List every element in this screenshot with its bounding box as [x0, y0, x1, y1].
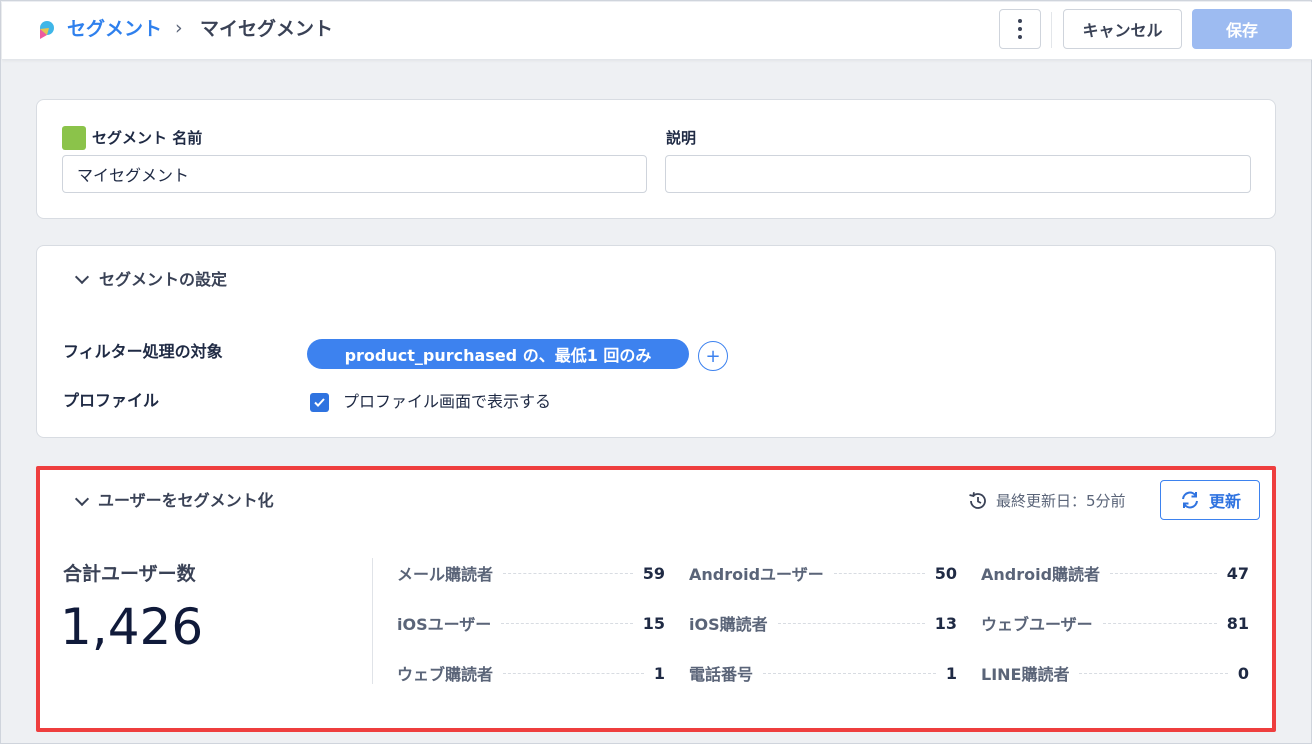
segment-name-card: セグメント 名前 説明	[36, 99, 1276, 219]
stat-label: ウェブユーザー	[981, 615, 1093, 634]
stat-value: 1	[653, 663, 665, 683]
segment-settings-card: セグメントの設定 フィルター処理の対象 product_purchased の、…	[36, 245, 1276, 438]
description-label: 説明	[666, 129, 697, 147]
stat-row: ウェブ購読者 1	[397, 661, 665, 685]
stat-value: 1	[945, 663, 957, 683]
stat-value: 59	[642, 563, 665, 583]
stat-label: Android購読者	[981, 565, 1101, 584]
filter-target-label: フィルター処理の対象	[63, 342, 223, 361]
refresh-button[interactable]: 更新	[1160, 480, 1260, 520]
stat-value: 47	[1226, 563, 1249, 583]
refresh-icon	[1181, 491, 1198, 509]
segment-users-card: ユーザーをセグメント化 最終更新日：5分前 更新 合計ユーザー数 1,426 メ…	[36, 466, 1276, 732]
stat-value: 13	[934, 613, 957, 633]
stat-label: LINE購読者	[981, 665, 1070, 684]
segment-users-section-title[interactable]: ユーザーをセグメント化	[98, 491, 274, 511]
chevron-down-icon[interactable]	[74, 269, 90, 285]
stat-label: 電話番号	[689, 665, 754, 684]
stat-row: ウェブユーザー 81	[981, 611, 1249, 635]
stat-row: 電話番号 1	[689, 661, 957, 685]
settings-section-title[interactable]: セグメントの設定	[99, 270, 227, 290]
save-button[interactable]: 保存	[1192, 9, 1292, 49]
last-updated-text: 最終更新日：5分前	[996, 492, 1126, 510]
chevron-down-icon[interactable]	[74, 491, 90, 507]
profile-label: プロファイル	[63, 391, 160, 410]
stat-label: Androidユーザー	[689, 565, 824, 584]
segment-color-swatch[interactable]	[62, 126, 86, 150]
breadcrumb-current: マイセグメント	[200, 18, 334, 40]
stat-row: LINE購読者 0	[981, 661, 1249, 685]
total-users-value: 1,426	[60, 598, 204, 656]
stat-value: 0	[1237, 663, 1249, 683]
add-filter-plus-icon[interactable]: +	[698, 341, 728, 371]
more-options-button[interactable]	[999, 9, 1041, 49]
segment-name-label: セグメント 名前	[92, 129, 203, 147]
checkmark-icon	[314, 398, 325, 407]
stat-label: iOS購読者	[689, 615, 768, 634]
toolbar-divider	[1051, 12, 1052, 48]
refresh-button-label: 更新	[1208, 492, 1241, 511]
app-logo-icon	[40, 21, 54, 39]
stat-row: iOS購読者 13	[689, 611, 957, 635]
description-input[interactable]	[665, 155, 1251, 193]
kebab-icon	[1018, 17, 1022, 41]
profile-checkbox-label: プロファイル画面で表示する	[343, 392, 552, 411]
stat-value: 15	[642, 613, 665, 633]
stat-row: iOSユーザー 15	[397, 611, 665, 635]
stat-value: 50	[934, 563, 957, 583]
stat-row: メール購読者 59	[397, 561, 665, 585]
top-bar: セグメント › マイセグメント キャンセル 保存	[2, 2, 1312, 60]
cancel-button[interactable]: キャンセル	[1063, 9, 1182, 49]
stats-divider	[372, 558, 373, 684]
total-users-label: 合計ユーザー数	[63, 563, 196, 585]
stat-label: ウェブ購読者	[397, 665, 494, 684]
history-icon	[969, 492, 986, 509]
stat-label: メール購読者	[397, 565, 494, 584]
breadcrumb-root-link[interactable]: セグメント	[67, 17, 162, 41]
stat-row: Android購読者 47	[981, 561, 1249, 585]
profile-display-checkbox[interactable]	[310, 393, 329, 412]
breadcrumb-separator-icon: ›	[175, 17, 183, 39]
filter-condition-pill[interactable]: product_purchased の、最低1 回のみ	[307, 339, 689, 369]
page-frame: セグメント › マイセグメント キャンセル 保存 セグメント 名前 説明 セグメ…	[0, 0, 1312, 744]
stat-label: iOSユーザー	[397, 615, 492, 634]
segment-name-input[interactable]	[62, 155, 647, 193]
stat-row: Androidユーザー 50	[689, 561, 957, 585]
stat-value: 81	[1226, 613, 1249, 633]
